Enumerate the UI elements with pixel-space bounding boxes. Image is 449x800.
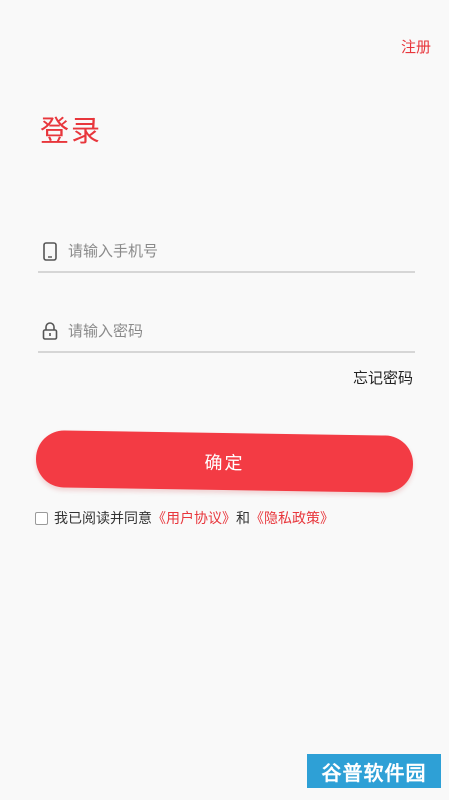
register-link[interactable]: 注册: [401, 36, 431, 57]
phone-field[interactable]: [38, 231, 415, 273]
confirm-button[interactable]: 确定: [35, 430, 414, 493]
privacy-policy-link[interactable]: 《隐私政策》: [250, 508, 334, 528]
agreement-checkbox[interactable]: [35, 511, 48, 525]
password-field[interactable]: [38, 311, 415, 353]
watermark-logo: 谷普软件园: [307, 754, 441, 788]
page-title: 登录: [40, 114, 103, 148]
agreement-conjunction: 和: [236, 511, 250, 527]
agreement-prefix: 我已阅读并同意: [54, 511, 152, 527]
password-input[interactable]: [68, 322, 388, 340]
phone-input[interactable]: [68, 242, 388, 260]
lock-icon: [40, 321, 60, 341]
agreement-row: 我已阅读并同意 《用户协议》 和 《隐私政策》: [35, 508, 334, 528]
phone-icon: [40, 241, 60, 261]
forgot-password-link[interactable]: 忘记密码: [353, 367, 413, 388]
user-agreement-link[interactable]: 《用户协议》: [152, 508, 236, 528]
